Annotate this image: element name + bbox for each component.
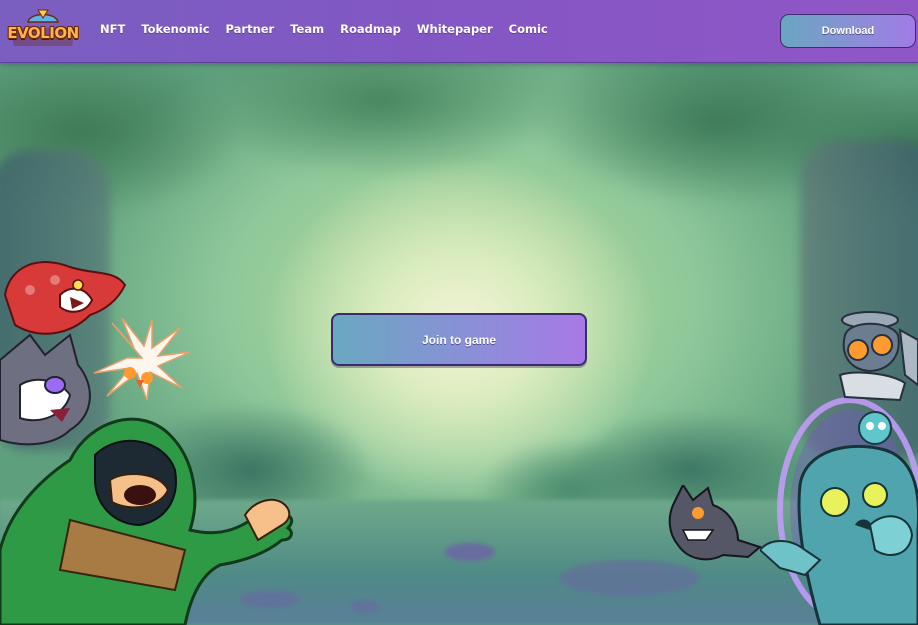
rock (445, 543, 495, 561)
main-nav: NFT Tokenomic Partner Team Roadmap White… (100, 22, 564, 36)
evolion-logo[interactable]: EVOLION (6, 8, 80, 50)
rock (350, 600, 380, 612)
nav-item-nft[interactable]: NFT (100, 22, 125, 36)
download-button[interactable]: Download (780, 14, 916, 48)
nav-item-team[interactable]: Team (290, 22, 324, 36)
teal-robot-monster-icon (760, 411, 918, 625)
robot-bee-creature-icon (838, 311, 918, 402)
green-hooded-hero-icon (0, 417, 294, 625)
join-game-button[interactable]: Join to game (331, 313, 587, 366)
nav-item-comic[interactable]: Comic (509, 22, 548, 36)
logo-text: EVOLION (7, 24, 79, 42)
top-navbar: EVOLION NFT Tokenomic Partner Team Roadm… (0, 0, 918, 63)
nav-item-tokenomic[interactable]: Tokenomic (141, 22, 209, 36)
rock (560, 560, 700, 596)
tree-canopy (0, 40, 918, 230)
nav-item-partner[interactable]: Partner (226, 22, 275, 36)
nav-item-whitepaper[interactable]: Whitepaper (417, 22, 493, 36)
nav-item-roadmap[interactable]: Roadmap (340, 22, 401, 36)
white-flower-spirit-icon (93, 318, 191, 401)
grey-dragon-creature-icon (668, 485, 763, 561)
